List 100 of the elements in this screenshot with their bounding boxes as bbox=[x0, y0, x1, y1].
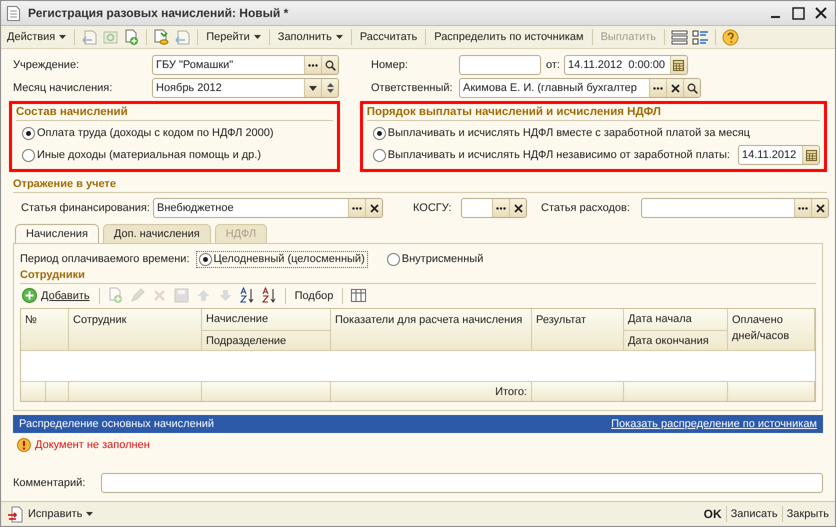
radio-button[interactable] bbox=[372, 148, 386, 162]
tab[interactable]: Начисления bbox=[15, 224, 99, 243]
radio-label[interactable]: Выплачивать и исчислять НДФЛ независимо от заработной платы: bbox=[388, 149, 730, 161]
sources-link[interactable]: Показать распределение по источникам bbox=[611, 418, 817, 430]
spin-arrows-icon bbox=[326, 82, 334, 94]
ellipsis-icon bbox=[496, 206, 506, 210]
section-title: Состав начислений bbox=[16, 106, 333, 121]
radio-label[interactable]: Оплата труда (доходы с кодом по НДФЛ 2000) bbox=[37, 127, 274, 139]
ellipsis-icon bbox=[352, 206, 362, 210]
search-button[interactable] bbox=[321, 56, 338, 74]
section-title: Сотрудники bbox=[20, 268, 816, 284]
clear-button[interactable] bbox=[365, 199, 382, 217]
document-plus-icon[interactable] bbox=[123, 28, 140, 46]
table-cell bbox=[46, 382, 68, 401]
menu-button[interactable]: Действия bbox=[5, 27, 68, 47]
dialog-button[interactable]: Закрыть bbox=[784, 504, 831, 524]
window-title: Регистрация разовых начислений: Новый * bbox=[28, 6, 288, 20]
menu-button[interactable]: Заполнить bbox=[276, 27, 345, 47]
section-title: Отражение в учете bbox=[13, 178, 827, 193]
menu-button[interactable]: Перейти bbox=[204, 27, 263, 47]
radio-label[interactable]: Выплачивать и исчислять НДФЛ вместе с заработной платой за месяц bbox=[388, 127, 750, 139]
document-arrow-icon bbox=[7, 506, 24, 522]
number-field[interactable] bbox=[459, 55, 541, 75]
column-header[interactable]: № bbox=[21, 309, 69, 351]
list-icon[interactable] bbox=[671, 28, 688, 46]
select-button[interactable] bbox=[348, 199, 365, 217]
calendar-icon bbox=[806, 150, 816, 160]
field-label: Номер: bbox=[371, 59, 409, 71]
dialog-button[interactable]: OK bbox=[702, 504, 724, 524]
sort-icon[interactable] bbox=[260, 287, 278, 304]
responsible-field[interactable]: Акимова Е. И. (главный бухгалтер bbox=[459, 78, 701, 98]
radio-label[interactable]: Внутрисменный bbox=[402, 253, 484, 266]
document-icon bbox=[7, 6, 20, 20]
select-button[interactable] bbox=[492, 199, 509, 217]
column-header[interactable]: Результат bbox=[532, 309, 624, 351]
radio-label[interactable]: Иные доходы (материальная помощь и др.) bbox=[37, 149, 262, 161]
kosgu-field[interactable] bbox=[461, 198, 527, 218]
sort-icon[interactable] bbox=[238, 287, 256, 304]
maximize-icon[interactable] bbox=[792, 6, 805, 20]
help-icon[interactable] bbox=[722, 28, 740, 46]
radio-button[interactable] bbox=[22, 126, 35, 140]
dropdown-button[interactable] bbox=[304, 79, 321, 97]
select-button[interactable] bbox=[649, 79, 666, 97]
caret-icon bbox=[86, 512, 94, 516]
field-label: Ответственный: bbox=[371, 82, 454, 94]
add-button[interactable]: Добавить bbox=[20, 286, 92, 306]
plus-icon bbox=[22, 288, 37, 304]
section-title: Распределение основных начислений bbox=[19, 418, 214, 430]
field-label: Период оплачиваемого времени: bbox=[20, 253, 190, 266]
tab[interactable]: Доп. начисления bbox=[102, 224, 211, 243]
select-button[interactable] bbox=[794, 199, 811, 217]
column-header[interactable]: Оплачено дней/часов bbox=[728, 309, 815, 351]
field-label: Месяц начисления: bbox=[13, 82, 114, 94]
spin-button[interactable] bbox=[321, 79, 338, 97]
column-header[interactable]: Дата начала bbox=[624, 309, 727, 330]
date-field[interactable]: 14.11.2012 bbox=[738, 145, 820, 165]
close-icon[interactable] bbox=[815, 7, 827, 19]
warning-message: Документ не заполнен bbox=[35, 439, 150, 451]
fix-button[interactable]: Исправить bbox=[5, 504, 96, 524]
ellipsis-icon bbox=[798, 206, 808, 210]
field-label: Статья финансирования: bbox=[21, 202, 151, 214]
column-header[interactable]: Сотрудник bbox=[69, 309, 202, 351]
radio-button[interactable] bbox=[386, 252, 400, 266]
column-header[interactable]: Подразделение bbox=[202, 330, 330, 352]
clear-button[interactable] bbox=[811, 199, 828, 217]
expense-field[interactable] bbox=[641, 198, 829, 218]
caret-icon bbox=[309, 86, 317, 90]
clear-icon bbox=[514, 204, 522, 212]
clear-button[interactable] bbox=[666, 79, 683, 97]
caret-icon bbox=[59, 35, 66, 39]
warning-icon bbox=[17, 438, 31, 452]
search-icon bbox=[324, 60, 336, 70]
section-title: Порядок выплаты начислений и исчисления НДФЛ bbox=[366, 106, 820, 121]
field-label: Учреждение: bbox=[13, 59, 80, 71]
checklist-icon[interactable] bbox=[692, 28, 710, 46]
column-header[interactable]: Показатели для расчета начисления bbox=[331, 309, 532, 351]
clear-icon bbox=[370, 204, 378, 212]
comment-field[interactable] bbox=[101, 473, 823, 493]
toolbar-button[interactable]: Рассчитать bbox=[358, 27, 420, 47]
radio-button[interactable] bbox=[198, 252, 212, 266]
toolbar-button[interactable]: Подбор bbox=[292, 286, 336, 306]
search-button[interactable] bbox=[683, 79, 700, 97]
date-field[interactable]: 14.11.2012 0:00:00 bbox=[564, 55, 688, 75]
dialog-button[interactable]: Записать bbox=[728, 504, 780, 524]
radio-button[interactable] bbox=[22, 148, 35, 162]
column-header[interactable]: Начисление bbox=[202, 309, 330, 330]
financing-field[interactable]: Внебюджетное bbox=[153, 198, 383, 218]
document-coins-icon[interactable] bbox=[153, 28, 170, 46]
calendar-button[interactable] bbox=[802, 146, 819, 164]
select-button[interactable] bbox=[304, 56, 321, 74]
clear-icon bbox=[670, 84, 680, 92]
column-header[interactable]: Дата окончания bbox=[624, 330, 727, 352]
month-field[interactable]: Ноябрь 2012 bbox=[152, 78, 339, 98]
caret-icon bbox=[254, 35, 261, 39]
toolbar-button[interactable]: Распределить по источникам bbox=[432, 27, 586, 47]
clear-button[interactable] bbox=[509, 199, 526, 217]
radio-button[interactable] bbox=[372, 126, 386, 140]
calendar-button[interactable] bbox=[670, 56, 687, 74]
organization-field[interactable]: ГБУ "Ромашки" bbox=[152, 55, 339, 75]
table-icon[interactable] bbox=[350, 287, 368, 304]
